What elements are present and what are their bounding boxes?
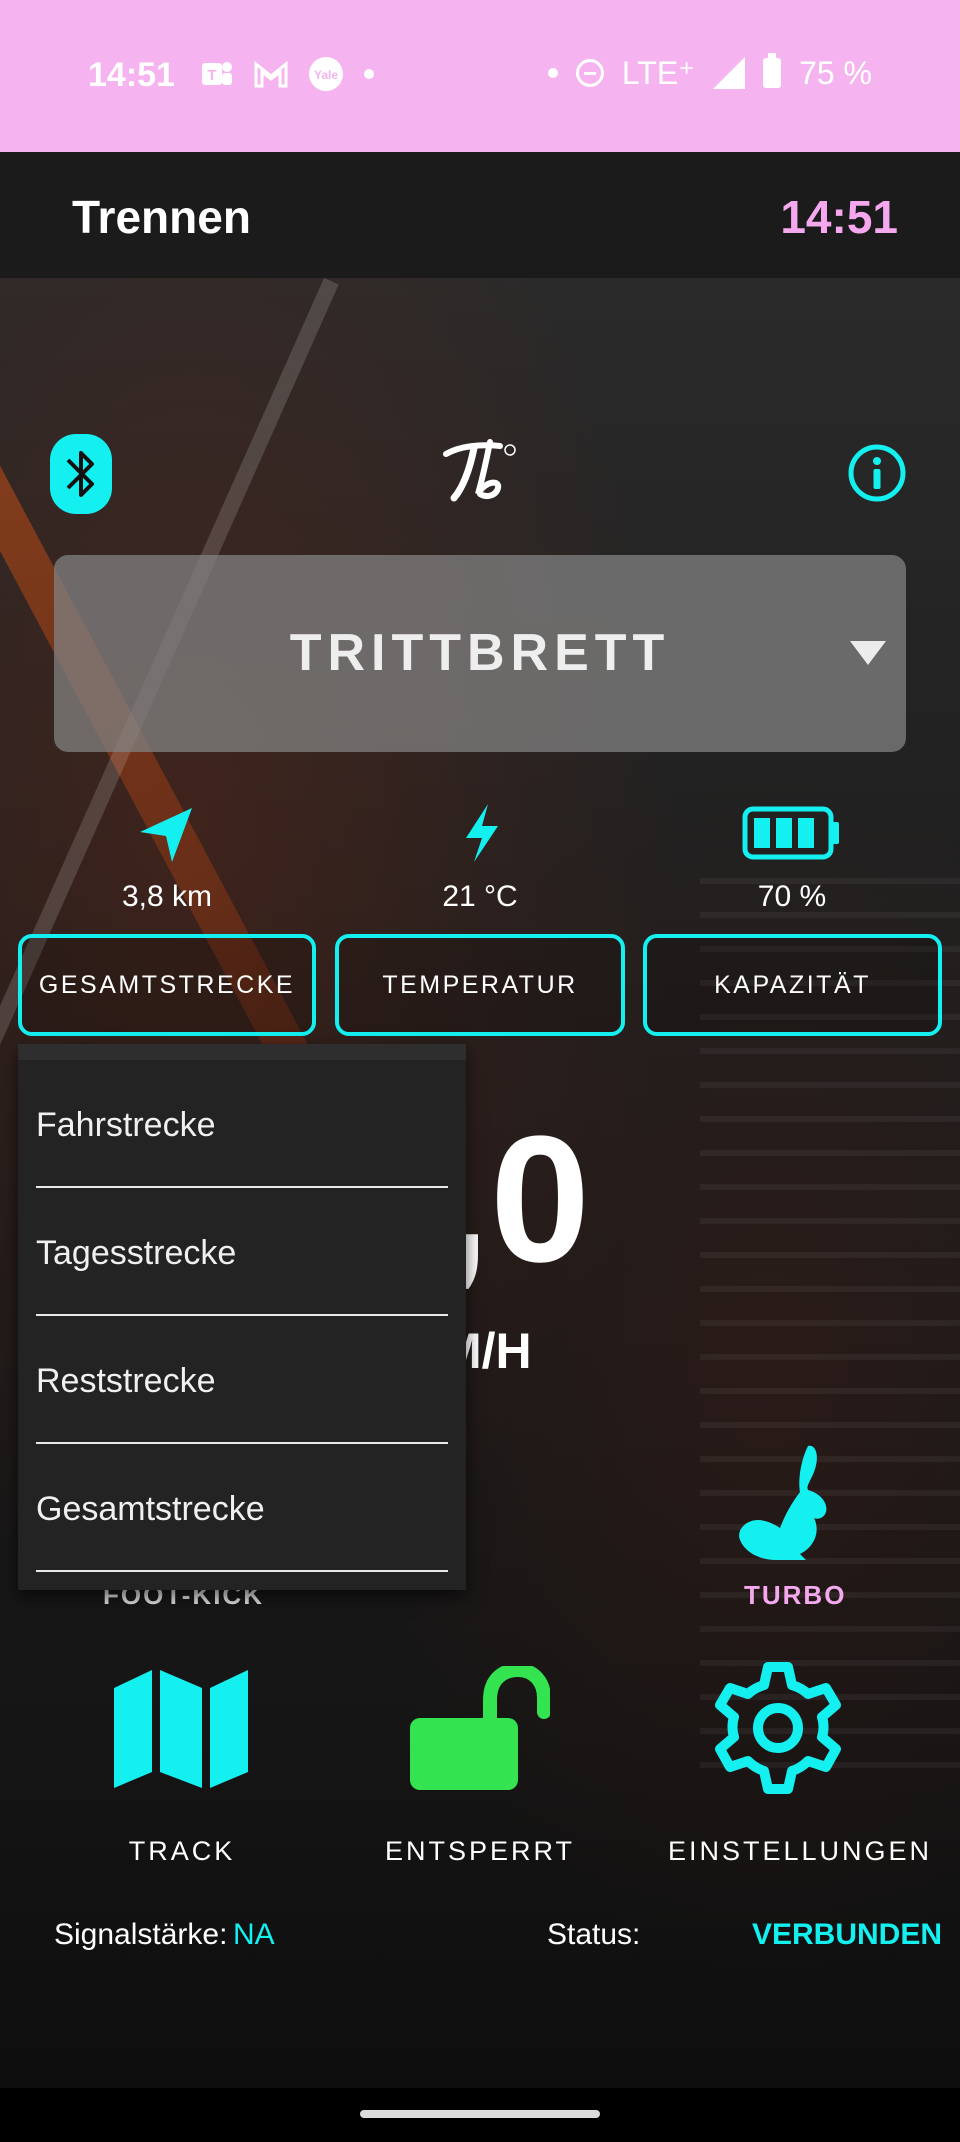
info-icon[interactable] bbox=[848, 444, 906, 502]
signal-icon bbox=[713, 57, 746, 89]
menu-item-reststrecke[interactable]: Reststrecke bbox=[36, 1316, 448, 1444]
device-select[interactable]: TRITTBRETT bbox=[54, 555, 906, 752]
yale-icon: Yale bbox=[309, 57, 343, 91]
dropdown-arrow-icon bbox=[850, 641, 886, 665]
capacity-value: 70 % bbox=[757, 880, 827, 913]
distance-value: 3,8 km bbox=[121, 880, 213, 913]
gmail-icon bbox=[254, 60, 288, 88]
home-gesture-handle[interactable] bbox=[360, 2110, 600, 2118]
disconnect-button[interactable]: Trennen bbox=[72, 190, 251, 244]
status-bar: 14:51 T Yale LTE⁺ 75 % bbox=[0, 0, 960, 152]
menu-item-fahrstrecke[interactable]: Fahrstrecke bbox=[36, 1060, 448, 1188]
app-time: 14:51 bbox=[780, 191, 898, 243]
battery-icon bbox=[742, 806, 839, 860]
unlocked-icon[interactable] bbox=[410, 1666, 550, 1792]
device-name: TRITTBRETT bbox=[289, 624, 671, 682]
system-icons: LTE⁺ 75 % bbox=[547, 53, 872, 92]
do-not-disturb-icon bbox=[575, 59, 604, 87]
signal-strength-label: Signalstärke: bbox=[54, 1918, 228, 1951]
distance-type-menu: Fahrstrecke Tagesstrecke Reststrecke Ges… bbox=[18, 1044, 466, 1590]
status-label: Status: bbox=[547, 1918, 641, 1951]
temperature-value: 21 °C bbox=[442, 880, 518, 913]
distance-button[interactable]: GESAMTSTRECKE bbox=[18, 934, 316, 1036]
svg-text:T: T bbox=[207, 67, 216, 84]
turbo-mode-label[interactable]: TURBO bbox=[744, 1580, 846, 1611]
brand-logo bbox=[443, 439, 516, 502]
battery-percent: 75 % bbox=[799, 54, 872, 91]
navigation-arrow-icon bbox=[140, 808, 192, 862]
svg-text:Yale: Yale bbox=[314, 68, 338, 82]
track-label[interactable]: TRACK bbox=[72, 1836, 292, 1867]
map-icon[interactable] bbox=[112, 1666, 250, 1790]
menu-item-tagesstrecke[interactable]: Tagesstrecke bbox=[36, 1188, 448, 1316]
unlocked-label[interactable]: ENTSPERRT bbox=[370, 1836, 590, 1867]
capacity-button[interactable]: KAPAZITÄT bbox=[643, 934, 942, 1036]
temperature-button[interactable]: TEMPERATUR bbox=[335, 934, 625, 1036]
battery-status-icon bbox=[763, 53, 782, 88]
rabbit-icon[interactable] bbox=[736, 1442, 836, 1564]
notification-icons: T Yale bbox=[200, 56, 374, 92]
signal-strength-value: NA bbox=[233, 1918, 275, 1951]
status-value: VERBUNDEN bbox=[751, 1918, 942, 1951]
gear-icon[interactable] bbox=[706, 1656, 850, 1800]
menu-item-gesamtstrecke[interactable]: Gesamtstrecke bbox=[36, 1444, 448, 1572]
status-time: 14:51 bbox=[88, 56, 175, 94]
lightning-icon bbox=[466, 804, 498, 862]
dot-icon bbox=[547, 68, 558, 78]
more-notifications-icon bbox=[364, 69, 374, 79]
network-type: LTE⁺ bbox=[621, 55, 696, 91]
app-bar: Trennen 14:51 bbox=[0, 152, 960, 278]
bluetooth-icon[interactable] bbox=[50, 434, 112, 514]
teams-icon: T bbox=[202, 62, 232, 85]
settings-label[interactable]: EINSTELLUNGEN bbox=[668, 1836, 929, 1867]
